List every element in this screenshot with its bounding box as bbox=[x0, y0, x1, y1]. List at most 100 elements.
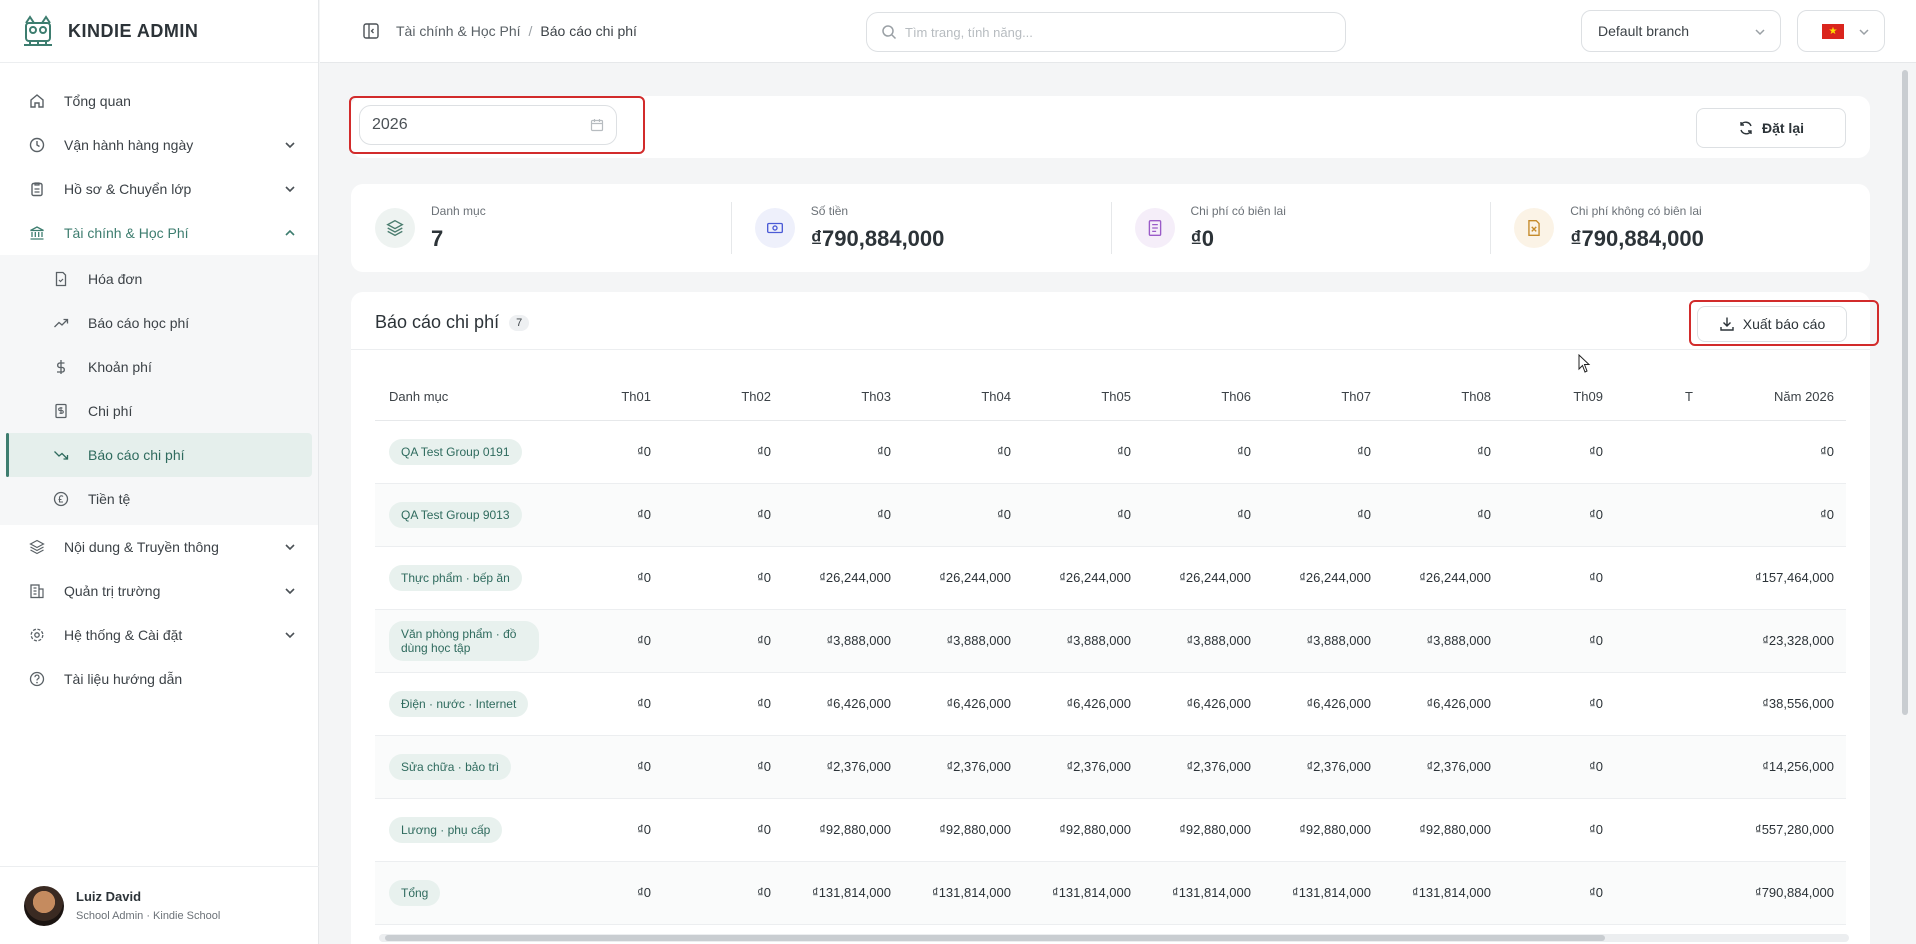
sidebar-item-content[interactable]: Nội dung & Truyền thông bbox=[0, 525, 318, 569]
horizontal-scrollbar[interactable] bbox=[379, 934, 1849, 942]
sidebar-item-settings[interactable]: Hệ thống & Cài đặt bbox=[0, 613, 318, 657]
amount-cell: ₫131,814,000 bbox=[1023, 861, 1143, 925]
amount-cell: ₫6,426,000 bbox=[783, 672, 903, 736]
amount-cell: ₫92,880,000 bbox=[1143, 798, 1263, 862]
category-pill: Tổng bbox=[389, 879, 441, 906]
brand[interactable]: KINDIE ADMIN bbox=[0, 0, 318, 63]
expense-report-card: Báo cáo chi phí 7 Xuất báo cáo Danh mục T… bbox=[351, 292, 1879, 944]
export-report-button[interactable]: Xuất báo cáo bbox=[1697, 306, 1847, 342]
amount-cell: ₫26,244,000 bbox=[1263, 546, 1383, 610]
sidebar-item-docs[interactable]: Tài liệu hướng dẫn bbox=[0, 657, 318, 701]
table-body: QA Test Group 0191 ₫0 ₫0 ₫0 ₫0 ₫0 ₫0 ₫0 ₫0 ₫0 ₫0 QA… bbox=[375, 420, 1846, 925]
sidebar-item-currency[interactable]: Tiền tệ bbox=[0, 477, 318, 521]
amount-cell: ₫0 bbox=[663, 546, 783, 610]
amount-cell: ₫6,426,000 bbox=[1263, 672, 1383, 736]
sidebar-item-invoices[interactable]: Hóa đơn bbox=[0, 257, 318, 301]
stat-without-receipt: Chi phí không có biên lai ₫790,884,000 bbox=[1490, 184, 1870, 272]
column-header: Th09 bbox=[1503, 374, 1615, 421]
app-name: KINDIE ADMIN bbox=[68, 20, 199, 41]
sidebar-item-tuition-report[interactable]: Báo cáo học phí bbox=[0, 301, 318, 345]
amount-cell bbox=[1615, 609, 1705, 673]
amount-cell: ₫0 bbox=[1503, 735, 1615, 799]
amount-cell bbox=[1615, 420, 1705, 484]
amount-cell: ₫0 bbox=[663, 420, 783, 484]
sidebar-item-finance[interactable]: Tài chính & Học Phí bbox=[0, 211, 318, 255]
column-header: Th05 bbox=[1023, 374, 1143, 421]
sidebar-item-overview[interactable]: Tổng quan bbox=[0, 79, 318, 123]
sidebar-item-daily-operations[interactable]: Vận hành hàng ngày bbox=[0, 123, 318, 167]
chevron-down-icon bbox=[285, 142, 295, 149]
chevron-up-icon bbox=[285, 229, 295, 236]
export-highlight: Xuất báo cáo bbox=[1689, 300, 1879, 346]
amount-cell: ₫92,880,000 bbox=[1383, 798, 1503, 862]
amount-cell: ₫2,376,000 bbox=[1263, 735, 1383, 799]
category-pill: QA Test Group 9013 bbox=[389, 501, 522, 528]
amount-cell bbox=[1615, 483, 1705, 547]
breadcrumb-finance[interactable]: Tài chính & Học Phí bbox=[396, 23, 521, 39]
vertical-scrollbar[interactable] bbox=[1900, 70, 1910, 936]
amount-cell bbox=[1615, 735, 1705, 799]
sidebar-toggle-icon[interactable] bbox=[362, 22, 380, 40]
amount-cell: ₫3,888,000 bbox=[1263, 609, 1383, 673]
stat-with-receipt: Chi phí có biên lai ₫0 bbox=[1110, 184, 1491, 272]
amount-cell: ₫0 bbox=[1383, 420, 1503, 484]
stat-value: ₫790,884,000 bbox=[810, 226, 945, 251]
category-cell: Tổng bbox=[375, 861, 551, 925]
refresh-icon bbox=[1740, 121, 1752, 135]
sidebar-item-expense-report[interactable]: Báo cáo chi phí bbox=[6, 433, 312, 477]
year-picker[interactable]: 2026 bbox=[359, 105, 617, 145]
amount-cell: ₫0 bbox=[551, 672, 663, 736]
branch-select[interactable]: Default branch bbox=[1581, 10, 1781, 52]
stat-title: Chi phí không có biên lai bbox=[1570, 204, 1702, 218]
category-pill: Văn phòng phẩm · đồ dùng học tập bbox=[389, 620, 539, 661]
sidebar-item-label: Tài chính & Học Phí bbox=[64, 225, 189, 241]
amount-cell: ₫3,888,000 bbox=[1023, 609, 1143, 673]
reset-button[interactable]: Đặt lại bbox=[1696, 108, 1846, 148]
amount-cell: ₫0 bbox=[783, 420, 903, 484]
sidebar-item-label: Chi phí bbox=[88, 403, 133, 419]
amount-cell: ₫6,426,000 bbox=[1023, 672, 1143, 736]
chevron-down-icon bbox=[285, 588, 295, 595]
amount-cell: ₫0 bbox=[551, 798, 663, 862]
table-row: QA Test Group 0191 ₫0 ₫0 ₫0 ₫0 ₫0 ₫0 ₫0 ₫0 ₫0 ₫0 bbox=[375, 420, 1846, 484]
sidebar-item-school-admin[interactable]: Quản trị trường bbox=[0, 569, 318, 613]
export-label: Xuất báo cáo bbox=[1742, 316, 1826, 332]
search-input[interactable] bbox=[905, 24, 1325, 40]
amount-cell: ₫3,888,000 bbox=[783, 609, 903, 673]
year-value: 2026 bbox=[372, 116, 408, 133]
amount-cell: ₫0 bbox=[903, 483, 1023, 547]
report-title-text: Báo cáo chi phí bbox=[375, 312, 500, 332]
scrollbar-thumb[interactable] bbox=[385, 935, 1605, 941]
chevron-down-icon bbox=[1755, 29, 1765, 36]
amount-cell: ₫0 bbox=[783, 483, 903, 547]
amount-cell: ₫0 bbox=[1503, 609, 1615, 673]
amount-cell: ₫2,376,000 bbox=[783, 735, 903, 799]
user-name: Luiz David bbox=[76, 889, 142, 904]
user-profile[interactable]: Luiz David School Admin · Kindie School bbox=[0, 866, 319, 944]
amount-cell bbox=[1615, 672, 1705, 736]
sidebar-item-label: Tiền tệ bbox=[88, 491, 131, 507]
sidebar-item-expenses[interactable]: Chi phí bbox=[0, 389, 318, 433]
amount-cell: ₫0 bbox=[551, 546, 663, 610]
amount-cell: ₫0 bbox=[1263, 420, 1383, 484]
amount-cell: ₫0 bbox=[663, 798, 783, 862]
category-cell: Thực phẩm · bếp ăn bbox=[375, 546, 551, 610]
amount-cell: ₫14,256,000 bbox=[1705, 735, 1846, 799]
sidebar-item-profiles[interactable]: Hồ sơ & Chuyển lớp bbox=[0, 167, 318, 211]
breadcrumb-current: Báo cáo chi phí bbox=[540, 23, 637, 39]
count-badge: 7 bbox=[509, 314, 530, 331]
stat-categories: Danh mục 7 bbox=[351, 184, 731, 272]
column-header: Th04 bbox=[903, 374, 1023, 421]
language-select[interactable]: ★ bbox=[1797, 10, 1885, 52]
stat-value: ₫790,884,000 bbox=[1570, 226, 1704, 251]
avatar bbox=[24, 885, 64, 926]
search-icon bbox=[882, 25, 897, 40]
year-filter-highlight: 2026 bbox=[349, 96, 645, 154]
scrollbar-thumb[interactable] bbox=[1902, 70, 1908, 715]
amount-cell: ₫0 bbox=[551, 483, 663, 547]
search-box[interactable] bbox=[866, 12, 1346, 52]
amount-cell: ₫3,888,000 bbox=[903, 609, 1023, 673]
sidebar-item-fees[interactable]: Khoản phí bbox=[0, 345, 318, 389]
receipt-icon bbox=[52, 402, 70, 420]
stat-icon-badge bbox=[1514, 208, 1555, 248]
